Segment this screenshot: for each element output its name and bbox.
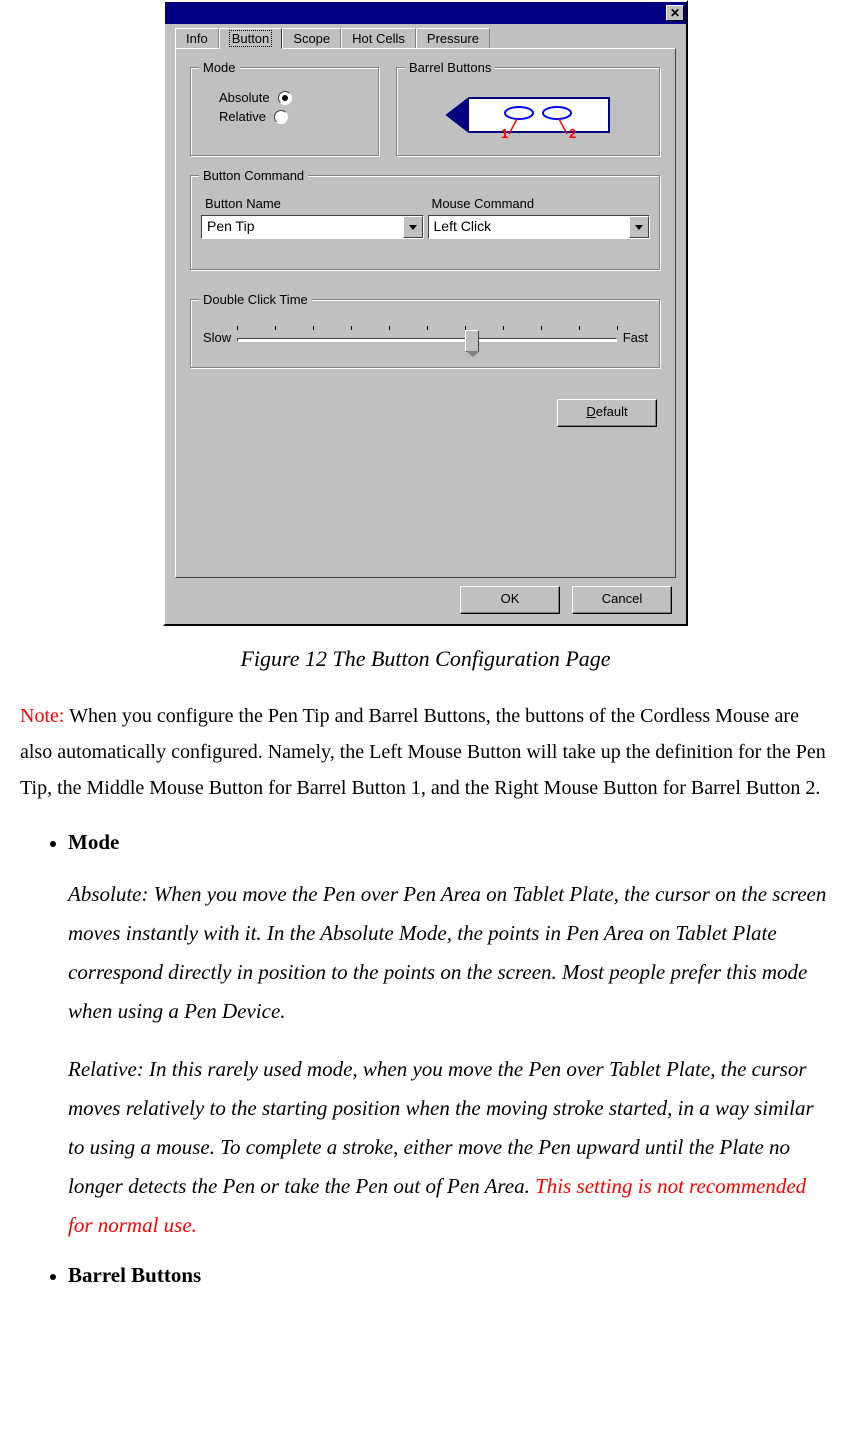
mode-group: Mode Absolute Relative bbox=[190, 67, 380, 157]
button-config-dialog: ✕ Info Button Scope Hot Cells Pressure M… bbox=[163, 0, 688, 626]
double-click-slider[interactable] bbox=[237, 324, 617, 350]
note-text: When you configure the Pen Tip and Barre… bbox=[20, 705, 826, 799]
radio-relative-row[interactable]: Relative bbox=[219, 109, 369, 124]
default-button-label: efault bbox=[596, 404, 628, 419]
radio-absolute-label: Absolute bbox=[219, 90, 270, 105]
default-button[interactable]: Default bbox=[557, 399, 657, 427]
title-bar: ✕ bbox=[165, 2, 686, 24]
mode-group-title: Mode bbox=[199, 60, 240, 75]
chevron-down-icon[interactable] bbox=[629, 216, 649, 238]
radio-relative-label: Relative bbox=[219, 109, 266, 124]
radio-relative-icon[interactable] bbox=[274, 110, 288, 124]
slider-thumb-icon[interactable] bbox=[465, 330, 479, 352]
fast-label: Fast bbox=[623, 330, 648, 345]
list-item: Mode Absolute: When you move the Pen ove… bbox=[68, 830, 831, 1245]
tab-panel: Mode Absolute Relative Barrel Buttons bbox=[175, 48, 676, 578]
barrel-group-title: Barrel Buttons bbox=[405, 60, 495, 75]
double-click-time-group: Double Click Time Slow bbox=[190, 299, 661, 369]
note-label: Note: bbox=[20, 705, 64, 727]
ok-button[interactable]: OK bbox=[460, 586, 560, 614]
mode-absolute-text: Absolute: When you move the Pen over Pen… bbox=[68, 875, 831, 1030]
barrel-label-2: 2 bbox=[569, 126, 576, 140]
mouse-command-select[interactable]: Left Click bbox=[428, 215, 651, 239]
button-command-group: Button Command Button Name Pen Tip Mouse… bbox=[190, 175, 661, 271]
button-command-title: Button Command bbox=[199, 168, 308, 183]
chevron-down-icon[interactable] bbox=[403, 216, 423, 238]
cancel-button[interactable]: Cancel bbox=[572, 586, 672, 614]
pen-diagram-icon: 1 2 bbox=[439, 90, 619, 140]
mouse-command-label: Mouse Command bbox=[432, 196, 651, 211]
tab-strip: Info Button Scope Hot Cells Pressure bbox=[165, 24, 686, 48]
tab-hot-cells[interactable]: Hot Cells bbox=[341, 28, 416, 48]
slow-label: Slow bbox=[203, 330, 231, 345]
list-item: Barrel Buttons bbox=[68, 1263, 831, 1288]
tab-scope[interactable]: Scope bbox=[282, 28, 341, 48]
barrel-buttons-group: Barrel Buttons 1 2 bbox=[396, 67, 661, 157]
barrel-label-1: 1 bbox=[501, 126, 508, 140]
feature-list: Mode Absolute: When you move the Pen ove… bbox=[20, 830, 831, 1288]
button-name-value: Pen Tip bbox=[202, 216, 403, 238]
radio-absolute-icon[interactable] bbox=[278, 91, 292, 105]
tab-info[interactable]: Info bbox=[175, 28, 219, 48]
barrel-buttons-heading: Barrel Buttons bbox=[68, 1263, 201, 1287]
radio-absolute-row[interactable]: Absolute bbox=[219, 90, 369, 105]
note-paragraph: Note: When you configure the Pen Tip and… bbox=[20, 698, 831, 806]
tab-button[interactable]: Button bbox=[219, 28, 283, 49]
figure-caption: Figure 12 The Button Configuration Page bbox=[20, 646, 831, 672]
mouse-command-value: Left Click bbox=[429, 216, 630, 238]
tab-pressure[interactable]: Pressure bbox=[416, 28, 490, 48]
button-name-label: Button Name bbox=[205, 196, 424, 211]
mode-heading: Mode bbox=[68, 830, 119, 854]
double-click-title: Double Click Time bbox=[199, 292, 312, 307]
mode-relative-text: Relative: In this rarely used mode, when… bbox=[68, 1050, 831, 1244]
button-name-select[interactable]: Pen Tip bbox=[201, 215, 424, 239]
close-icon[interactable]: ✕ bbox=[666, 5, 684, 21]
